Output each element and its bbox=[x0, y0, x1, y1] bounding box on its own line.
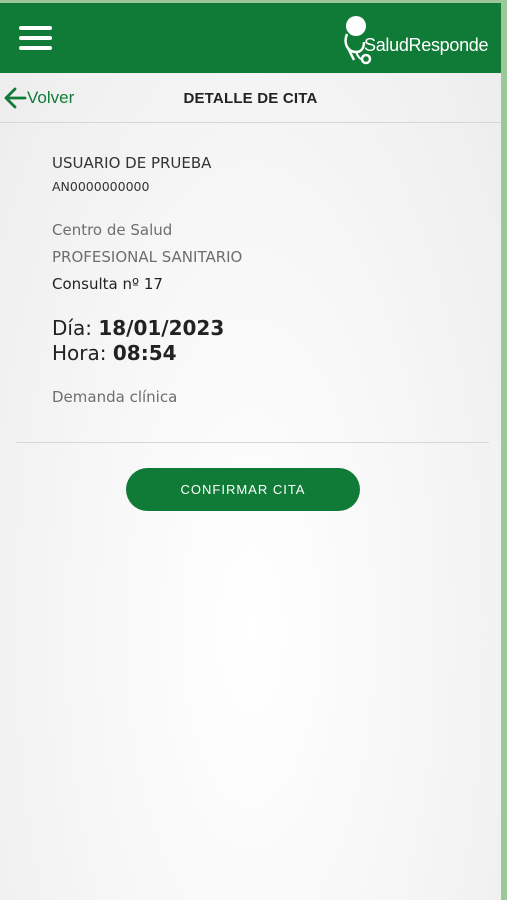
menu-line bbox=[19, 36, 52, 40]
detail-nav-bar: Volver DETALLE DE CITA bbox=[0, 73, 501, 123]
app-screen: SaludResponde Volver DETALLE DE CITA USU… bbox=[0, 3, 501, 900]
hamburger-menu-icon[interactable] bbox=[19, 26, 52, 50]
page-title: DETALLE DE CITA bbox=[183, 90, 318, 107]
date-label: Día: bbox=[52, 316, 92, 340]
saludresponde-logo: SaludResponde bbox=[340, 14, 498, 65]
appointment-time: Hora: 08:54 bbox=[52, 341, 177, 365]
confirm-appointment-button[interactable]: CONFIRMAR CITA bbox=[126, 468, 360, 511]
logo-text: SaludResponde bbox=[364, 35, 489, 55]
top-app-bar: SaludResponde bbox=[0, 3, 501, 73]
section-divider bbox=[16, 442, 489, 443]
date-value: 18/01/2023 bbox=[98, 316, 225, 340]
consultation-number: Consulta nº 17 bbox=[52, 275, 163, 293]
menu-line bbox=[19, 26, 52, 30]
user-id: AN0000000000 bbox=[52, 179, 150, 194]
health-center: Centro de Salud bbox=[52, 221, 173, 239]
user-name: USUARIO DE PRUEBA bbox=[52, 154, 212, 172]
menu-line bbox=[19, 46, 52, 50]
time-label: Hora: bbox=[52, 341, 107, 365]
time-value: 08:54 bbox=[112, 341, 177, 365]
appointment-date: Día: 18/01/2023 bbox=[52, 316, 224, 340]
professional: PROFESIONAL SANITARIO bbox=[52, 248, 243, 266]
appointment-reason: Demanda clínica bbox=[52, 388, 178, 406]
